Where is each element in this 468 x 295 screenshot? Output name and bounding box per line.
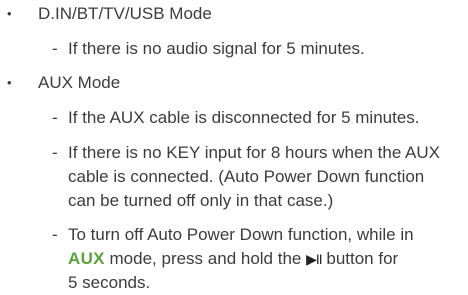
play-pause-icon: ▶II — [306, 251, 323, 267]
dash-marker: - — [52, 225, 58, 244]
condition-text: If there is no audio signal for 5 minute… — [68, 39, 365, 58]
aux-keyword: AUX — [68, 249, 105, 268]
dash-marker: - — [52, 143, 58, 162]
condition-text-line: 5 seconds. — [68, 273, 151, 292]
bullet-marker: • — [7, 6, 12, 21]
bullet-marker: • — [7, 75, 12, 90]
condition-text-line: AUX mode, press and hold the ▶II button … — [68, 249, 399, 268]
mode-title: D.IN/BT/TV/USB Mode — [38, 4, 212, 23]
condition-text-line: cable is connected. (Auto Power Down fun… — [68, 167, 425, 186]
document-page: • D.IN/BT/TV/USB Mode - If there is no a… — [0, 0, 468, 292]
condition-text: If the AUX cable is disconnected for 5 m… — [68, 108, 420, 127]
mode-title: AUX Mode — [38, 73, 121, 92]
condition-text-line: If there is no KEY input for 8 hours whe… — [68, 143, 441, 162]
condition-text-line: can be turned off only in that case.) — [68, 191, 334, 210]
condition-text-line: To turn off Auto Power Down function, wh… — [68, 225, 414, 244]
dash-marker: - — [52, 108, 58, 127]
dash-marker: - — [52, 39, 58, 58]
